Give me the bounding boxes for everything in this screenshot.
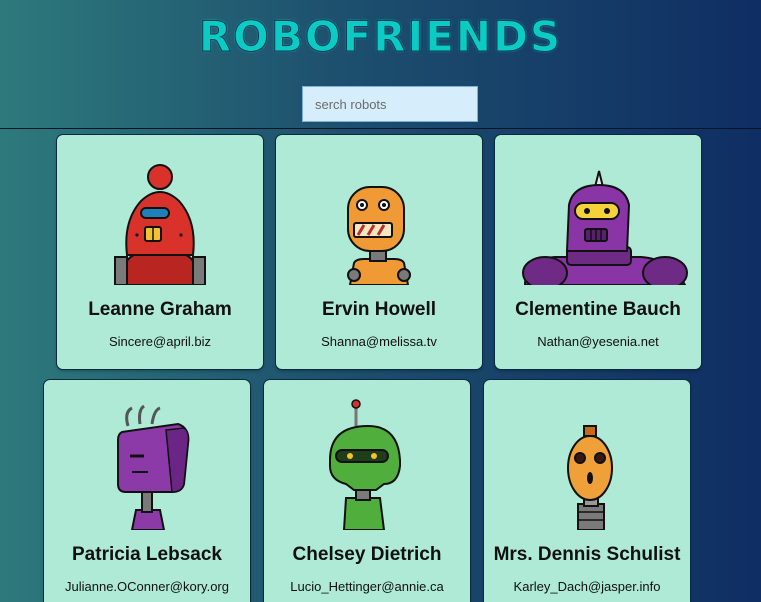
robot-name: Patricia Lebsack bbox=[72, 544, 222, 565]
robot-image bbox=[329, 399, 401, 530]
robot-name: Leanne Graham bbox=[88, 299, 232, 320]
robot-name: Ervin Howell bbox=[321, 299, 437, 320]
robot-card[interactable]: Chelsey Dietrich Lucio_Hettinger@annie.c… bbox=[264, 380, 470, 602]
robot-email: Sincere@april.biz bbox=[108, 334, 212, 349]
robot-name: Clementine Bauch bbox=[515, 299, 681, 320]
app-title: ROBOFRIENDS bbox=[198, 12, 563, 62]
robot-email: Karley_Dach@jasper.info bbox=[513, 579, 661, 594]
card-list[interactable]: Leanne Graham Sincere@april.biz Ervin Ho… bbox=[0, 129, 761, 602]
robot-card[interactable]: Ervin Howell Shanna@melissa.tv bbox=[276, 135, 482, 369]
robot-image bbox=[114, 164, 206, 285]
robot-card[interactable]: Mrs. Dennis Schulist Karley_Dach@jasper.… bbox=[484, 380, 690, 602]
search-input[interactable] bbox=[302, 86, 478, 122]
robot-name: Chelsey Dietrich bbox=[292, 544, 442, 565]
robot-image bbox=[522, 170, 688, 285]
robot-card[interactable]: Clementine Bauch Nathan@yesenia.net bbox=[495, 135, 701, 369]
robot-name: Mrs. Dennis Schulist bbox=[493, 544, 681, 565]
robot-email: Lucio_Hettinger@annie.ca bbox=[290, 579, 444, 594]
robot-email: Shanna@melissa.tv bbox=[321, 334, 437, 349]
robot-email: Nathan@yesenia.net bbox=[537, 334, 659, 349]
robot-email: Julianne.OConner@kory.org bbox=[65, 579, 229, 594]
robot-image bbox=[347, 186, 411, 285]
search-box bbox=[302, 86, 478, 122]
robot-card[interactable]: Leanne Graham Sincere@april.biz bbox=[57, 135, 263, 369]
robot-image bbox=[117, 404, 190, 530]
robot-image bbox=[567, 425, 613, 530]
robot-card[interactable]: Patricia Lebsack Julianne.OConner@kory.o… bbox=[44, 380, 250, 602]
